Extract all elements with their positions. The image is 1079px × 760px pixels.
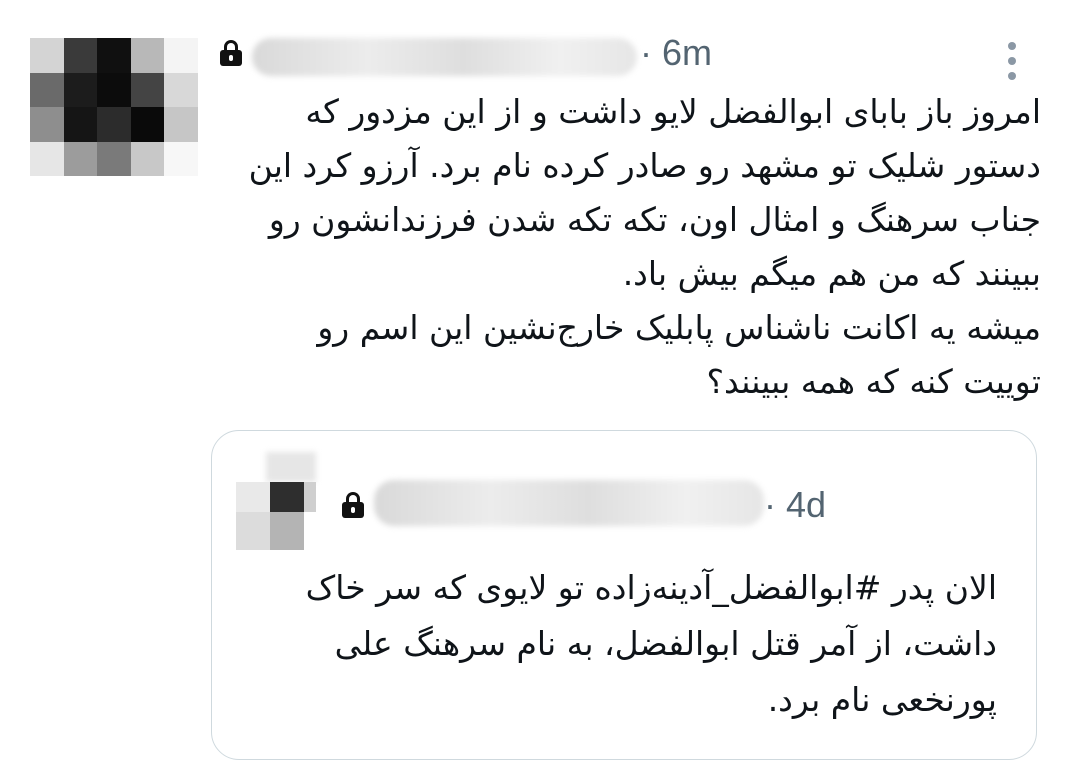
tweet-text-line: توییت کنه که همه ببینند؟ bbox=[706, 362, 1041, 401]
quoted-avatar[interactable] bbox=[236, 452, 316, 552]
separator-dot: · bbox=[640, 32, 662, 73]
blurred-display-name[interactable] bbox=[374, 480, 764, 526]
lock-icon bbox=[342, 492, 364, 518]
lock-icon bbox=[220, 40, 242, 66]
tweet-text-line: ببینند که من هم میگم بیش باد. bbox=[622, 254, 1041, 293]
avatar[interactable] bbox=[30, 38, 198, 176]
tweet-text-line: میشه یه اکانت ناشناس پابلیک خارج‌نشین ای… bbox=[317, 308, 1041, 347]
quoted-text-line: پورنخعی نام برد. bbox=[767, 680, 997, 719]
quoted-tweet-timestamp[interactable]: · 4d bbox=[764, 484, 826, 526]
quoted-text-line: داشت، از آمر قتل ابوالفضل، به نام سرهنگ … bbox=[334, 624, 997, 663]
tweet-text-line: دستور شلیک تو مشهد رو صادر کرده نام برد.… bbox=[248, 146, 1041, 185]
quoted-tweet-text: الان پدر #ابوالفضل_آدینه‌زاده تو لایوی ک… bbox=[257, 560, 997, 728]
tweet-text-line: امروز باز بابای ابوالفضل لایو داشت و از … bbox=[305, 92, 1041, 131]
separator-dot: · bbox=[764, 484, 786, 525]
blurred-display-name[interactable] bbox=[252, 38, 637, 76]
more-options-icon[interactable] bbox=[1005, 40, 1019, 82]
quoted-text-line: الان پدر #ابوالفضل_آدینه‌زاده تو لایوی ک… bbox=[305, 568, 997, 607]
tweet-text-line: جناب سرهنگ و امثال اون، تکه تکه شدن فرزن… bbox=[268, 200, 1041, 239]
tweet-text: امروز باز بابای ابوالفضل لایو داشت و از … bbox=[241, 85, 1041, 409]
tweet-timestamp[interactable]: · 6m bbox=[640, 32, 712, 74]
